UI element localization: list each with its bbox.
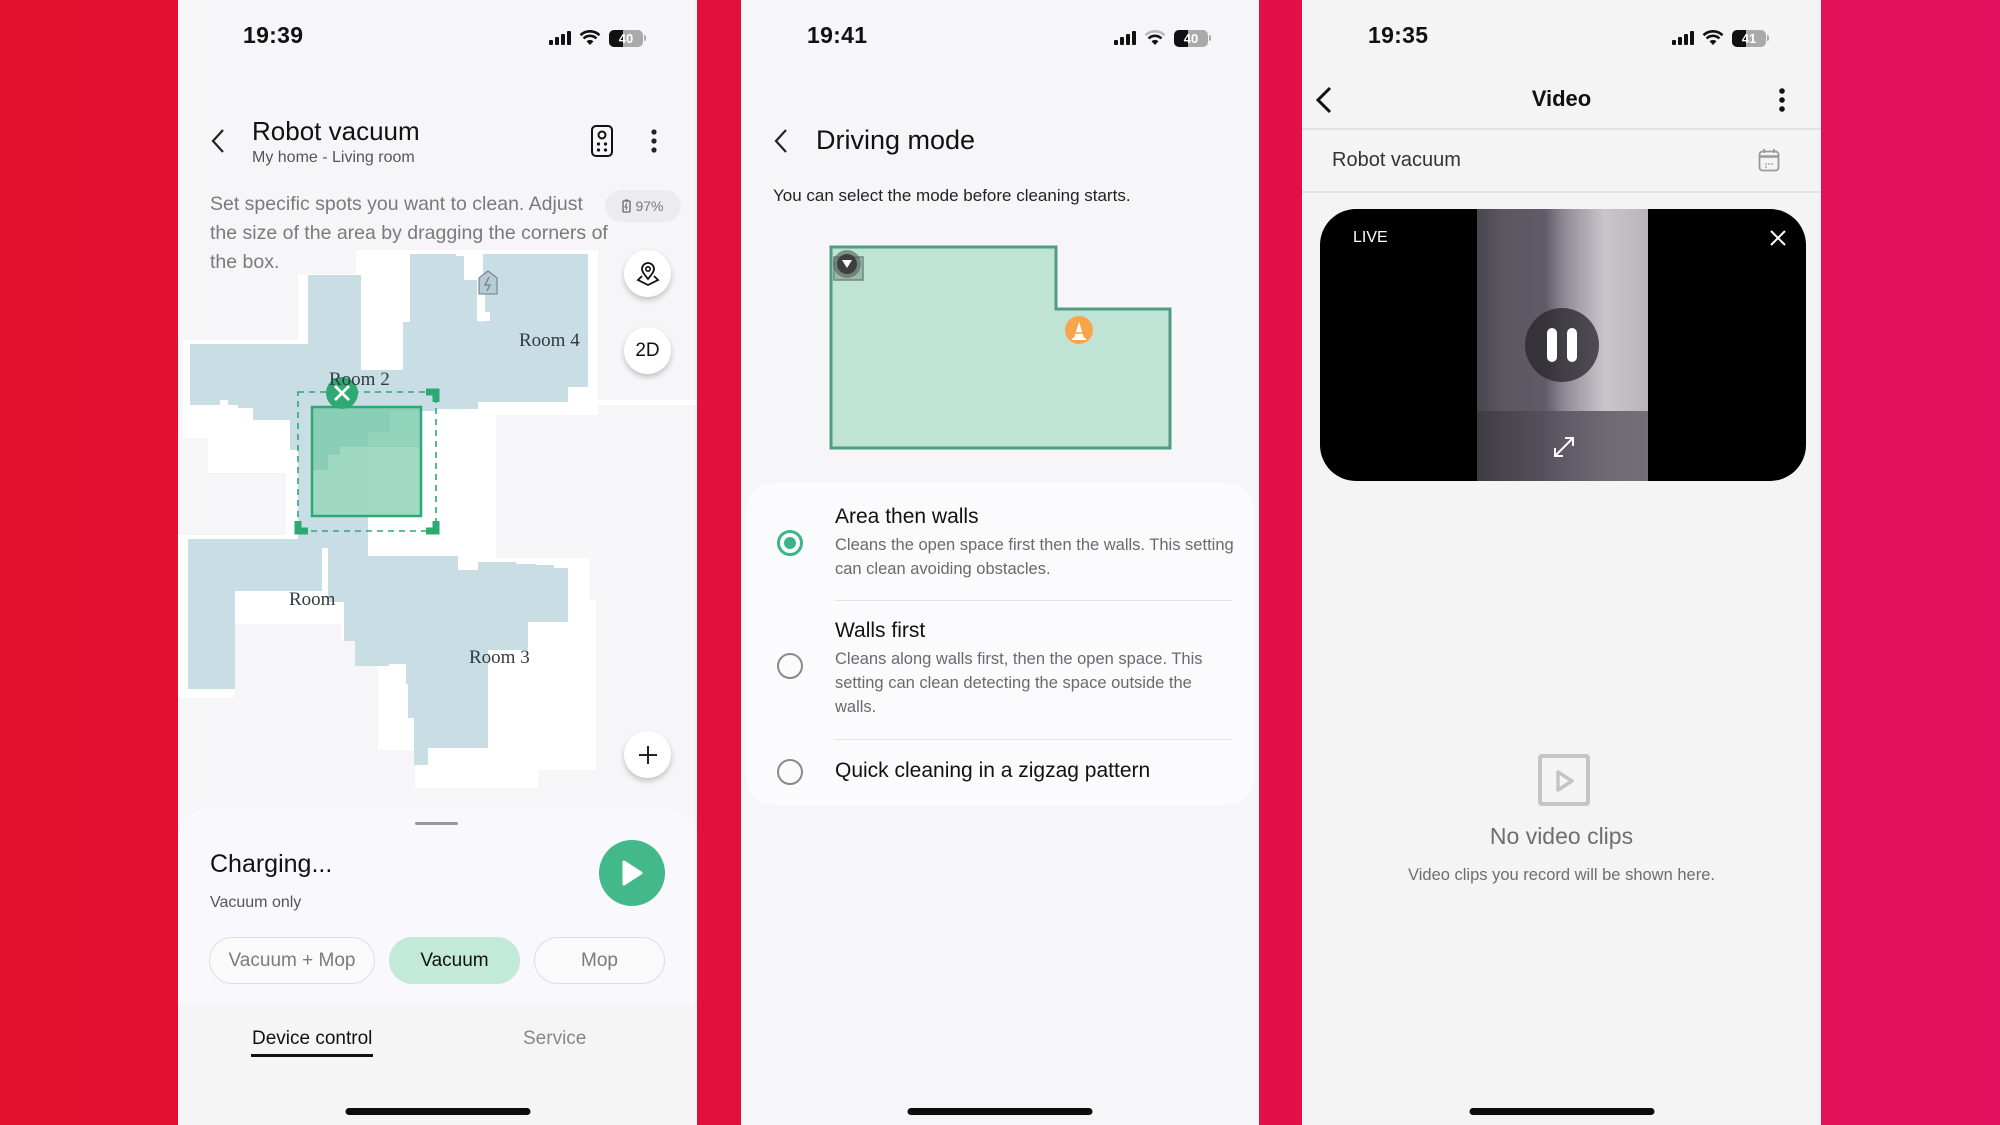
option-area-then-walls[interactable]: Area then walls Cleans the open space fi… (746, 483, 1255, 593)
page-title: Video (1531, 86, 1592, 111)
status-icons: 40 (549, 28, 646, 48)
room-label-2[interactable]: Room 2 (329, 369, 390, 391)
expand-icon[interactable] (1552, 435, 1576, 459)
status-sheet: Charging... Vacuum only Vacuum + Mop Vac… (178, 809, 697, 1009)
locate-button[interactable] (624, 250, 671, 297)
plus-icon (638, 745, 657, 764)
remote-control-icon[interactable] (590, 124, 614, 158)
video-screen: 19:35 41 Video Robot vacuum LIVE No vide… (1302, 0, 1821, 1125)
tab-device-control[interactable]: Device control (250, 1028, 374, 1057)
page-subtitle: My home - Living room (252, 149, 415, 166)
bottom-tabs: Device control Service (178, 1003, 697, 1125)
device-status: Charging... (210, 850, 333, 878)
status-icons: 40 (1114, 28, 1211, 48)
status-time: 19:35 (1368, 22, 1429, 48)
more-vertical-icon[interactable] (650, 128, 658, 154)
chip-vacuum[interactable]: Vacuum (389, 937, 520, 984)
battery-percent: 97% (635, 198, 664, 214)
wifi-icon (1144, 30, 1166, 45)
status-icons: 41 (1672, 28, 1769, 48)
page-title: Driving mode (816, 125, 976, 155)
divider (1302, 128, 1821, 130)
battery-indicator: 40 (1174, 29, 1208, 47)
home-indicator[interactable] (345, 1108, 530, 1115)
traffic-cone-icon (1065, 316, 1093, 344)
live-video-player[interactable]: LIVE (1320, 209, 1806, 481)
battery-tip (1209, 35, 1211, 41)
room-label-4[interactable]: Room 4 (519, 330, 580, 352)
view-mode-button[interactable]: 2D (624, 327, 671, 374)
empty-state-title: No video clips (1489, 823, 1634, 849)
driving-mode-options: Area then walls Cleans the open space fi… (746, 483, 1255, 805)
home-indicator[interactable] (1469, 1108, 1654, 1115)
pause-icon-bar (1567, 328, 1577, 362)
battery-indicator: 41 (1732, 29, 1766, 47)
pause-button[interactable] (1525, 308, 1599, 382)
cellular-signal-icon (549, 31, 571, 45)
option-description: Cleans along walls first, then the open … (835, 650, 1203, 716)
battery-tip (1767, 35, 1769, 41)
live-label: LIVE (1353, 229, 1388, 246)
cleaning-zone[interactable] (294, 388, 440, 535)
status-time: 19:41 (807, 22, 868, 48)
robot-vacuum-screen: 19:39 40 Robot vacuum My home - Living r… (178, 0, 697, 1125)
room-label-3[interactable]: Room 3 (469, 647, 530, 669)
cleaning-mode-text: Vacuum only (210, 894, 302, 911)
divider (1302, 191, 1821, 193)
radio-selected[interactable] (777, 530, 803, 556)
pause-icon-bar (1547, 328, 1557, 362)
start-cleaning-button[interactable] (599, 840, 665, 906)
floor-map[interactable] (178, 240, 697, 800)
page-title: Robot vacuum (252, 116, 420, 146)
room-label-1[interactable]: Room (289, 589, 335, 611)
empty-state-subtitle: Video clips you record will be shown her… (1408, 866, 1715, 884)
radio-unselected[interactable] (777, 759, 803, 785)
calendar-icon[interactable] (1758, 148, 1780, 172)
radio-unselected[interactable] (777, 653, 803, 679)
option-description: Cleans the open space first then the wal… (835, 536, 1234, 578)
wifi-icon (579, 30, 601, 45)
battery-indicator: 40 (609, 29, 643, 47)
chevron-left-icon[interactable] (210, 128, 226, 154)
close-icon[interactable] (1769, 229, 1787, 247)
option-title: Quick cleaning in a zigzag pattern (835, 759, 1151, 782)
page-description: You can select the mode before cleaning … (773, 186, 1131, 205)
chevron-left-icon[interactable] (773, 128, 789, 154)
driving-mode-screen: 19:41 40 Driving mode You can select the… (741, 0, 1259, 1125)
battery-pill: 97% (605, 190, 681, 222)
map-area (829, 245, 1172, 450)
battery-tip (644, 35, 646, 41)
chip-mop[interactable]: Mop (534, 937, 665, 984)
wifi-icon (1702, 30, 1724, 45)
location-map-icon (635, 261, 660, 286)
device-name: Robot vacuum (1332, 149, 1461, 171)
tab-service[interactable]: Service (523, 1028, 586, 1050)
option-title: Walls first (835, 619, 926, 642)
driving-mode-map (829, 245, 1172, 450)
video-clip-icon (1538, 754, 1590, 806)
home-indicator[interactable] (907, 1108, 1093, 1115)
status-time: 19:39 (243, 22, 304, 48)
option-zigzag[interactable]: Quick cleaning in a zigzag pattern (746, 740, 1255, 805)
chip-vacuum-mop[interactable]: Vacuum + Mop (209, 937, 375, 984)
option-title: Area then walls (835, 505, 979, 528)
drag-handle[interactable] (415, 822, 458, 825)
cellular-signal-icon (1672, 31, 1694, 45)
option-walls-first[interactable]: Walls first Cleans along walls first, th… (746, 601, 1255, 739)
zoom-in-button[interactable] (624, 731, 671, 778)
cellular-signal-icon (1114, 31, 1136, 45)
play-icon (622, 860, 643, 886)
more-vertical-icon[interactable] (1778, 87, 1786, 113)
battery-charging-icon (622, 199, 632, 213)
